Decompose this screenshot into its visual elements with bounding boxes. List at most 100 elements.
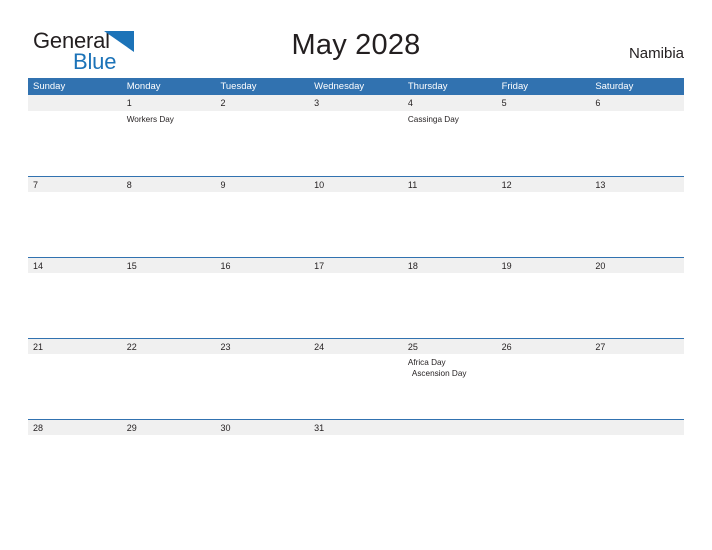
day-number[interactable]: 17 — [309, 258, 403, 273]
day-header-tuesday: Tuesday — [220, 81, 257, 92]
day-cell[interactable] — [497, 192, 591, 257]
day-number — [28, 95, 122, 111]
day-cell[interactable] — [309, 273, 403, 338]
calendar-grid: Sunday Monday Tuesday Wednesday Thursday… — [28, 78, 684, 457]
day-cell[interactable] — [215, 354, 309, 419]
day-cell[interactable] — [590, 111, 684, 176]
day-cell[interactable] — [215, 192, 309, 257]
day-header-sunday: Sunday — [33, 81, 66, 92]
day-number[interactable]: 28 — [28, 420, 122, 435]
day-cell[interactable] — [215, 111, 309, 176]
day-cell[interactable] — [590, 435, 684, 457]
day-number[interactable]: 13 — [590, 177, 684, 192]
day-cell[interactable] — [122, 435, 216, 457]
day-of-week-header-row: Sunday Monday Tuesday Wednesday Thursday… — [28, 78, 684, 95]
day-cell[interactable] — [28, 435, 122, 457]
week-event-row: Africa Day Ascension Day — [28, 354, 684, 419]
day-cell[interactable]: Africa Day Ascension Day — [403, 354, 497, 419]
day-header-wednesday: Wednesday — [314, 81, 365, 92]
week-event-row — [28, 435, 684, 457]
day-cell[interactable] — [309, 111, 403, 176]
day-number[interactable]: 24 — [309, 339, 403, 354]
day-number[interactable]: 14 — [28, 258, 122, 273]
day-number[interactable]: 18 — [403, 258, 497, 273]
day-number[interactable]: 9 — [215, 177, 309, 192]
day-number[interactable]: 4 — [403, 95, 497, 111]
day-cell[interactable] — [590, 354, 684, 419]
week-date-number-row: 7 8 9 10 11 12 13 — [28, 176, 684, 192]
day-number[interactable]: 19 — [497, 258, 591, 273]
day-cell[interactable] — [403, 192, 497, 257]
day-cell[interactable] — [497, 354, 591, 419]
day-header-thursday: Thursday — [407, 81, 448, 92]
day-header-friday: Friday — [501, 81, 528, 92]
day-cell[interactable] — [122, 354, 216, 419]
day-number — [497, 420, 591, 435]
week-date-number-row: 123456 — [28, 95, 684, 111]
day-number[interactable]: 23 — [215, 339, 309, 354]
day-cell[interactable] — [122, 273, 216, 338]
day-number[interactable]: 8 — [122, 177, 216, 192]
day-number[interactable]: 11 — [403, 177, 497, 192]
day-header-monday: Monday — [126, 81, 161, 92]
week-date-number-row: 21 22 23 24 25 26 27 — [28, 338, 684, 354]
day-number[interactable]: 22 — [122, 339, 216, 354]
day-cell[interactable] — [497, 111, 591, 176]
day-cell[interactable] — [497, 435, 591, 457]
day-cell[interactable] — [309, 435, 403, 457]
day-cell[interactable] — [215, 435, 309, 457]
calendar-week-row: 14 15 16 17 18 19 20 — [28, 257, 684, 338]
day-cell[interactable] — [309, 354, 403, 419]
day-number[interactable]: 20 — [590, 258, 684, 273]
day-header-saturday: Saturday — [595, 81, 634, 92]
day-number[interactable]: 15 — [122, 258, 216, 273]
day-cell[interactable] — [215, 273, 309, 338]
day-number[interactable]: 3 — [309, 95, 403, 111]
day-cell[interactable] — [590, 192, 684, 257]
day-cell[interactable] — [28, 273, 122, 338]
holiday-event: Workers Day — [126, 115, 174, 124]
day-cell[interactable] — [497, 273, 591, 338]
day-number[interactable]: 27 — [590, 339, 684, 354]
day-cell[interactable]: Workers Day — [122, 111, 216, 176]
holiday-event: Cassinga Day — [407, 115, 459, 124]
country-label: Namibia — [628, 45, 684, 62]
day-cell[interactable]: Cassinga Day — [403, 111, 497, 176]
day-number[interactable]: 10 — [309, 177, 403, 192]
week-event-row — [28, 273, 684, 338]
day-cell[interactable] — [309, 192, 403, 257]
day-number — [590, 420, 684, 435]
page-title: May 2028 — [291, 29, 421, 61]
day-number[interactable]: 29 — [122, 420, 216, 435]
day-number[interactable]: 2 — [215, 95, 309, 111]
day-number[interactable]: 5 — [497, 95, 591, 111]
holiday-event: Ascension Day — [411, 369, 467, 378]
calendar-week-row: 21 22 23 24 25 26 27 Africa Day Ascension Day — [28, 338, 684, 419]
week-event-row: Workers Day Cassinga Day — [28, 111, 684, 176]
day-cell[interactable] — [403, 273, 497, 338]
day-cell[interactable] — [28, 111, 122, 176]
day-number[interactable]: 25 — [403, 339, 497, 354]
day-number[interactable]: 26 — [497, 339, 591, 354]
day-cell[interactable] — [403, 435, 497, 457]
day-number[interactable]: 12 — [497, 177, 591, 192]
week-date-number-row: 28 29 30 31 — [28, 419, 684, 435]
day-cell[interactable] — [28, 192, 122, 257]
day-number[interactable]: 16 — [215, 258, 309, 273]
holiday-event: Africa Day — [407, 358, 446, 367]
day-number[interactable]: 30 — [215, 420, 309, 435]
week-event-row — [28, 192, 684, 257]
day-number — [403, 420, 497, 435]
calendar-week-row: 28 29 30 31 — [28, 419, 684, 457]
day-number[interactable]: 31 — [309, 420, 403, 435]
day-number[interactable]: 6 — [590, 95, 684, 111]
page-header: General Blue May 2028 Namibia — [0, 0, 712, 78]
day-cell[interactable] — [122, 192, 216, 257]
day-number[interactable]: 1 — [122, 95, 216, 111]
calendar-week-row: 1 2 3 4 5 6 Workers Day Cassinga Day — [28, 95, 684, 176]
day-number[interactable]: 21 — [28, 339, 122, 354]
day-cell[interactable] — [28, 354, 122, 419]
day-number[interactable]: 7 — [28, 177, 122, 192]
week-date-number-row: 14 15 16 17 18 19 20 — [28, 257, 684, 273]
day-cell[interactable] — [590, 273, 684, 338]
